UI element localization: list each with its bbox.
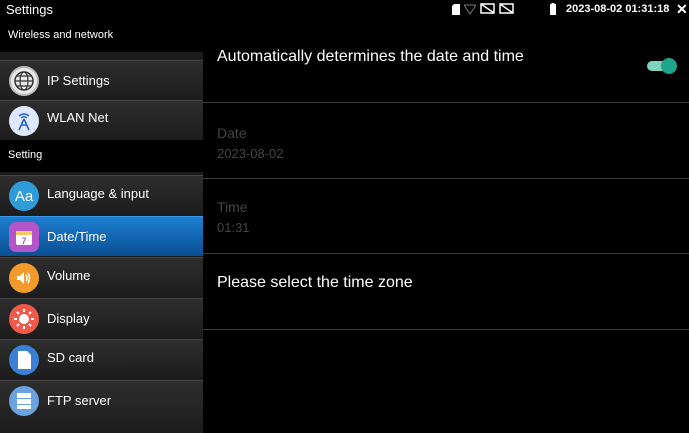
sidebar-item-wlan-net[interactable]: WLAN Net [0, 100, 203, 140]
sidebar-item-display[interactable]: Display [0, 298, 203, 338]
ftp-server-icon [9, 386, 39, 416]
sidebar-item-label: Language & input [47, 186, 149, 201]
wifi-signal-icon [464, 4, 476, 15]
language-icon: Aa [9, 181, 39, 211]
auto-time-toggle[interactable] [647, 58, 677, 74]
svg-text:7: 7 [21, 236, 26, 246]
sidebar-item-ip-settings[interactable]: IP Settings [0, 60, 203, 100]
time-label: Time [217, 199, 248, 215]
time-value: 01:31 [217, 220, 250, 235]
sidebar-item-label: Date/Time [47, 229, 107, 244]
date-label: Date [217, 125, 247, 141]
status-bar: Settings 2023-08-02 01:31:18 ✕ [0, 0, 689, 20]
sidebar-item-sd-card[interactable]: SD card [0, 339, 203, 379]
sd-card-icon [9, 345, 39, 375]
sidebar-item-label: FTP server [47, 393, 112, 408]
sidebar-item-label: WLAN Net [47, 110, 109, 125]
section-header-label: Setting [8, 149, 43, 161]
sidebar-item-date-time[interactable]: 7 Date/Time [0, 216, 203, 256]
section-header-label: Wireless and network [8, 29, 114, 41]
sidebar-item-label: IP Settings [47, 73, 110, 88]
sidebar-item-label: Volume [47, 268, 91, 283]
section-header-setting: Setting [0, 140, 203, 172]
toggle-knob [661, 58, 677, 74]
app-title: Settings [6, 2, 53, 17]
section-header-wireless: Wireless and network [0, 20, 203, 52]
speaker-icon [9, 263, 39, 293]
sidebar-item-label: SD card [47, 350, 94, 365]
date-time-settings-panel: Automatically determines the date and ti… [203, 20, 689, 433]
close-icon[interactable]: ✕ [676, 1, 688, 18]
sidebar-item-language-input[interactable]: Aa Language & input [0, 175, 203, 215]
timezone-label: Please select the time zone [217, 274, 413, 291]
auto-time-row[interactable]: Automatically determines the date and ti… [203, 20, 689, 103]
wifi-antenna-icon [9, 106, 39, 136]
sidebar-item-volume[interactable]: Volume [0, 257, 203, 297]
status-clock: 2023-08-02 01:31:18 [566, 3, 670, 15]
network-disconnected-icon [480, 3, 495, 14]
sidebar-item-label: Display [47, 311, 90, 326]
settings-sidebar: Wireless and network IP Settings WLAN Ne… [0, 20, 203, 433]
sidebar-item-ftp-server[interactable]: FTP server [0, 380, 203, 433]
timezone-row[interactable]: Please select the time zone [203, 254, 689, 330]
time-row: Time 01:31 [203, 179, 689, 254]
auto-time-label: Automatically determines the date and ti… [217, 48, 524, 65]
globe-icon [9, 66, 39, 96]
sim-card-icon [452, 3, 460, 15]
calendar-icon: 7 [9, 222, 39, 252]
date-value: 2023-08-02 [217, 146, 284, 161]
brightness-icon [9, 304, 39, 334]
date-row: Date 2023-08-02 [203, 103, 689, 179]
network-disconnected-icon-2 [499, 3, 514, 14]
battery-icon [550, 3, 556, 15]
status-icons [452, 3, 514, 15]
